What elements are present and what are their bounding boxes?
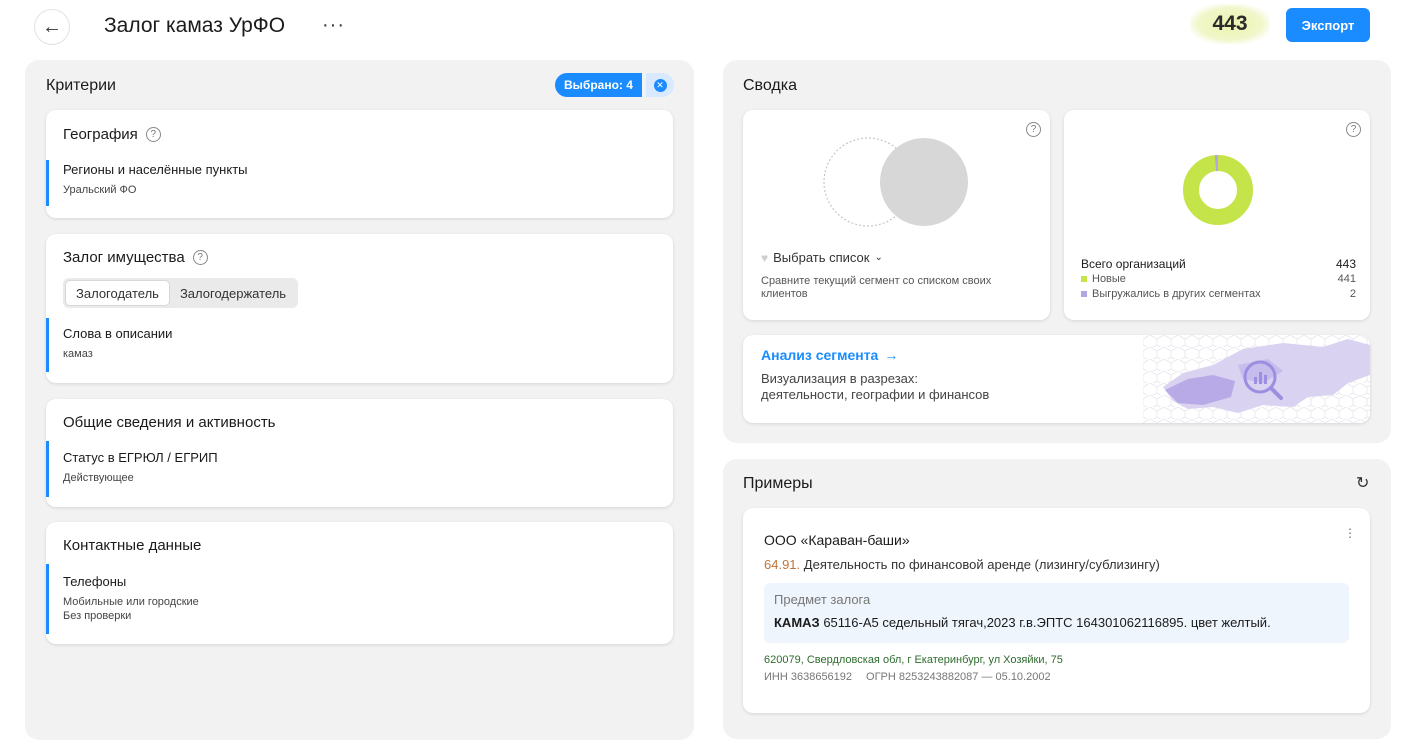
compare-card[interactable]: ? ♥ Выбрать список ⌄ Сравните текущий се… xyxy=(743,110,1050,320)
criteria-item[interactable]: Телефоны Мобильные или городские Без про… xyxy=(46,564,446,634)
page-title: Залог камаз УрФО xyxy=(104,14,286,37)
donut-chart xyxy=(1183,155,1253,225)
company-name[interactable]: ООО «Караван-баши» xyxy=(764,532,910,548)
total-row: Всего организаций 443 xyxy=(1081,257,1356,271)
donut-segment-new xyxy=(1183,155,1253,225)
refresh-icon[interactable]: ↻ xyxy=(1356,473,1369,493)
criteria-item-value: камаз xyxy=(63,348,93,360)
analysis-description-line: деятельности, географии и финансов xyxy=(761,387,990,402)
legend-value: 441 xyxy=(1337,273,1356,285)
arrow-left-icon: ← xyxy=(42,15,62,38)
legend-swatch xyxy=(1081,291,1087,297)
criteria-title: Критерии xyxy=(46,77,116,94)
criteria-item-value: Уральский ФО xyxy=(63,184,137,196)
legend-label: Выгружались в других сегментах xyxy=(1092,288,1261,300)
company-address: 620079, Свердловская обл, г Екатеринбург… xyxy=(764,654,1063,666)
pledge-highlight: КАМАЗ xyxy=(774,615,820,630)
chevron-down-icon: ⌄ xyxy=(874,252,883,263)
legend-swatch xyxy=(1081,276,1087,282)
pledge-role-toggle: Залогодатель Залогодержатель xyxy=(63,278,299,308)
more-options-icon[interactable]: ··· xyxy=(322,14,345,37)
company-registry: ИНН 3638656192 ОГРН 8253243882087 — 05.1… xyxy=(764,671,1051,683)
help-icon[interactable]: ? xyxy=(145,127,161,142)
legend-label: Новые xyxy=(1092,273,1126,285)
examples-title: Примеры xyxy=(743,475,813,492)
company-inn: ИНН 3638656192 xyxy=(764,671,853,683)
section-title-text: География xyxy=(63,126,138,143)
select-list-dropdown[interactable]: ♥ Выбрать список ⌄ xyxy=(761,250,883,265)
section-title-text: Залог имущества xyxy=(63,249,185,266)
help-icon[interactable]: ? xyxy=(1026,122,1041,137)
summary-title: Сводка xyxy=(743,77,798,94)
toggle-pledgee[interactable]: Залогодержатель xyxy=(170,280,296,306)
legend-item-other: Выгружались в других сегментах 2 xyxy=(1081,288,1356,300)
segment-analysis-link[interactable]: Анализ сегмента → xyxy=(761,347,898,363)
help-icon[interactable]: ? xyxy=(1346,122,1361,137)
criteria-card-geography[interactable]: География ? Регионы и населённые пункты … xyxy=(46,110,673,218)
heart-icon: ♥ xyxy=(761,250,769,265)
section-title: Общие сведения и активность xyxy=(63,414,276,431)
criteria-value-line: Мобильные или городские xyxy=(63,596,199,608)
pledge-text: КАМАЗ 65116-А5 седельный тягач,2023 г.в.… xyxy=(774,615,1271,630)
close-icon: ✕ xyxy=(653,78,667,92)
toggle-pledgor[interactable]: Залогодатель xyxy=(65,280,170,306)
pledge-description: 65116-А5 седельный тягач,2023 г.в.ЭПТС 1… xyxy=(823,615,1271,630)
criteria-value-line: Без проверки xyxy=(63,610,132,622)
criteria-item-label: Статус в ЕГРЮЛ / ЕГРИП xyxy=(63,450,218,465)
help-icon[interactable]: ? xyxy=(192,250,208,265)
segment-analysis-card[interactable]: Анализ сегмента → Визуализация в разреза… xyxy=(743,335,1370,423)
legend-value: 2 xyxy=(1349,288,1356,300)
total-label: Всего организаций xyxy=(1081,257,1186,271)
okved-line: 64.91. Деятельность по финансовой аренде… xyxy=(764,557,1160,572)
analysis-title: Анализ сегмента xyxy=(761,347,879,363)
criteria-item-label: Регионы и населённые пункты xyxy=(63,162,248,177)
pledge-subject-box: Предмет залога КАМАЗ 65116-А5 седельный … xyxy=(764,583,1349,643)
criteria-item[interactable]: Слова в описании камаз xyxy=(46,318,446,372)
clear-selection-button[interactable]: ✕ xyxy=(646,73,674,97)
russia-map-illustration xyxy=(1143,335,1370,423)
section-title-text: Контактные данные xyxy=(63,537,202,554)
criteria-card-general[interactable]: Общие сведения и активность Статус в ЕГР… xyxy=(46,399,673,507)
count-badge: 443 xyxy=(1190,4,1270,44)
criteria-item[interactable]: Статус в ЕГРЮЛ / ЕГРИП Действующее xyxy=(46,441,446,497)
select-list-label: Выбрать список xyxy=(773,250,870,265)
section-title-text: Общие сведения и активность xyxy=(63,414,276,431)
back-button[interactable]: ← xyxy=(34,9,70,45)
criteria-item-value: Мобильные или городские Без проверки xyxy=(63,595,446,623)
section-title: Залог имущества ? xyxy=(63,249,208,266)
criteria-card-contacts[interactable]: Контактные данные Телефоны Мобильные или… xyxy=(46,522,673,644)
arrow-right-icon: → xyxy=(884,347,899,363)
section-title: География ? xyxy=(63,126,161,143)
example-company-card[interactable]: ООО «Караван-баши» ⋮ 64.91. Деятельность… xyxy=(743,508,1370,713)
compare-description: Сравните текущий сегмент со списком свои… xyxy=(761,275,992,300)
totals-card: ? Всего организаций 443 Новые 441 Выгруж… xyxy=(1064,110,1370,320)
analysis-description: Визуализация в разрезах: деятельности, г… xyxy=(761,371,989,403)
criteria-item[interactable]: Регионы и населённые пункты Уральский ФО xyxy=(46,160,446,206)
okved-text: Деятельность по финансовой аренде (лизин… xyxy=(803,557,1160,572)
criteria-item-label: Телефоны xyxy=(63,574,127,589)
pledge-title: Предмет залога xyxy=(774,592,871,607)
criteria-item-label: Слова в описании xyxy=(63,326,173,341)
venn-diagram-icon xyxy=(823,137,968,227)
analysis-description-line: Визуализация в разрезах: xyxy=(761,371,918,386)
criteria-card-pledge[interactable]: Залог имущества ? Залогодатель Залогодер… xyxy=(46,234,673,383)
selected-count-badge: Выбрано: 4 xyxy=(555,73,642,97)
card-menu-icon[interactable]: ⋮ xyxy=(1344,526,1356,540)
criteria-item-value: Действующее xyxy=(63,472,134,484)
okved-code: 64.91. xyxy=(764,557,801,572)
total-value: 443 xyxy=(1335,257,1356,271)
company-ogrn: ОГРН 8253243882087 — 05.10.2002 xyxy=(866,671,1051,683)
legend-item-new: Новые 441 xyxy=(1081,273,1356,285)
section-title: Контактные данные xyxy=(63,537,201,554)
export-button[interactable]: Экспорт xyxy=(1286,8,1370,42)
